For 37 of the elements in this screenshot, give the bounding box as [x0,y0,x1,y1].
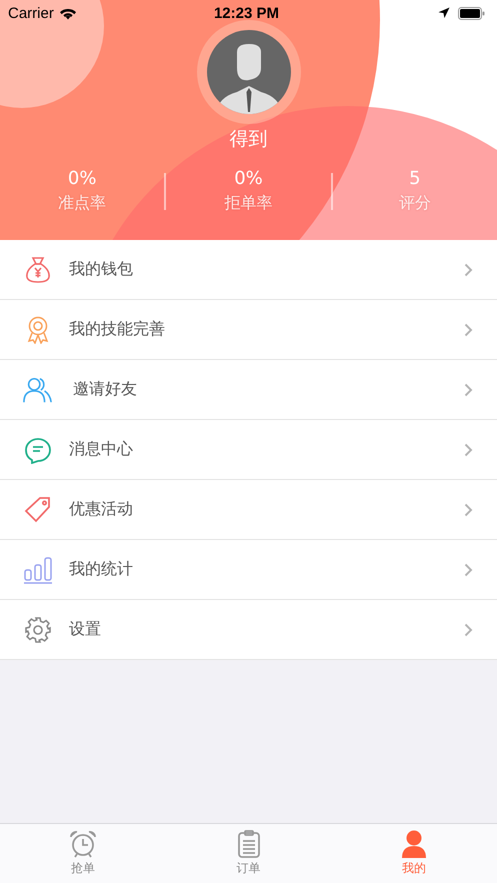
menu-item[interactable]: 邀请好友 [0,360,497,420]
clipboard-icon [236,830,260,858]
user-name: 得到 [230,127,268,152]
chevron-icon [464,502,473,516]
alarm-clock-icon [68,830,97,858]
menu-item[interactable]: 优惠活动 [0,480,497,540]
chevron-icon [464,382,473,396]
stat-value: 0% [234,168,263,189]
stat-value: 5 [409,168,421,189]
chevron-icon [464,322,473,336]
stat-label: 评分 [398,193,431,214]
rosette-icon [26,316,50,344]
carrier-label: Carrier [8,4,54,22]
avatar-icon[interactable] [206,30,290,114]
chevron-icon [464,622,473,636]
status-time: 12:23 PM [214,4,280,22]
location-icon [438,7,450,19]
menu-item[interactable]: 消息中心 [0,420,497,480]
wifi-icon [58,6,77,20]
chat-bubble-icon [24,436,52,464]
chevron-icon [464,442,473,456]
battery-icon [458,6,485,20]
menu-item[interactable]: 我的统计 [0,540,497,600]
menu-item[interactable]: 设置 [0,600,497,660]
money-bag-icon [25,256,51,284]
stat-value: 0% [68,168,96,189]
stat-label: 拒单率 [224,193,272,214]
tag-icon [24,496,52,524]
users-icon [23,376,53,404]
bar-chart-icon [24,556,52,584]
settings-icon [25,616,51,642]
chevron-icon [464,262,473,276]
menu-item[interactable]: 我的钱包 [0,240,497,300]
menu-item[interactable]: 我的技能完善 [0,300,497,360]
stat-label: 准点率 [58,193,106,214]
chevron-icon [464,562,473,576]
person-icon [401,830,428,858]
